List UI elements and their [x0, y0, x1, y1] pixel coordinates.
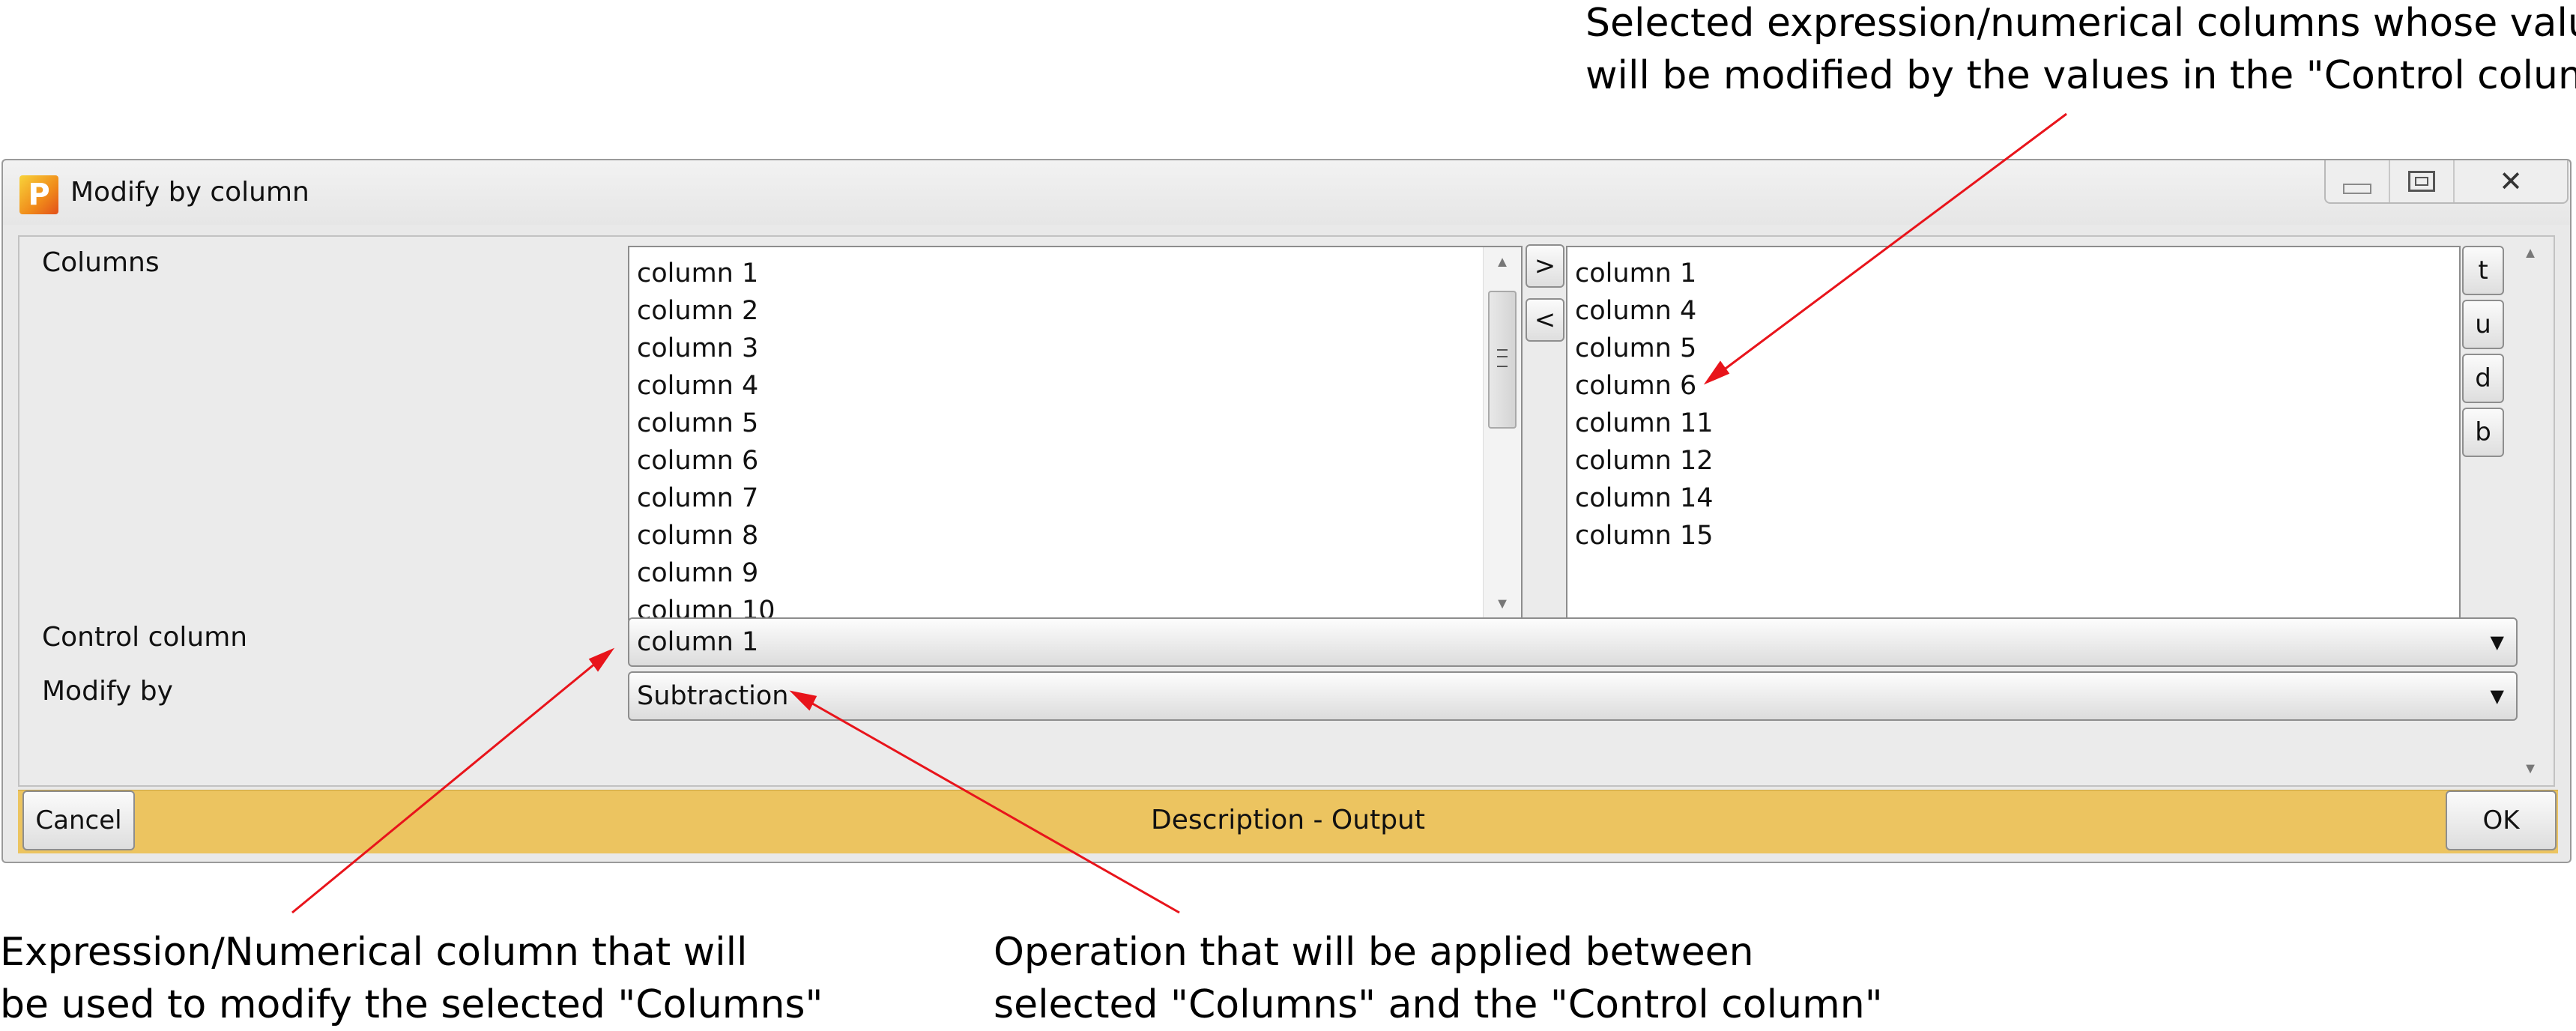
scroll-down-icon[interactable]: ▼ [1484, 589, 1521, 619]
annotation-line: Expression/Numerical column that will [0, 930, 748, 975]
dropdown-arrow-icon: ▼ [2490, 632, 2504, 653]
description-output-label: Description - Output [1151, 805, 1425, 835]
remove-column-button[interactable]: < [1526, 298, 1564, 342]
scroll-up-icon[interactable]: ▲ [2512, 238, 2549, 268]
form-panel: Columns Control column Modify by column … [18, 235, 2555, 787]
ok-button[interactable]: OK [2446, 790, 2557, 850]
move-top-button[interactable]: t [2462, 246, 2504, 295]
list-item[interactable]: column 5 [1567, 330, 1714, 367]
list-item[interactable]: column 6 [629, 442, 775, 480]
annotation-line: Operation that will be applied between [994, 930, 1754, 975]
move-down-button[interactable]: d [2462, 354, 2504, 403]
list-item[interactable]: column 7 [629, 480, 775, 517]
move-bottom-button[interactable]: b [2462, 408, 2504, 457]
control-column-value: column 1 [637, 627, 759, 657]
annotation-control-column: Expression/Numerical column that will be… [0, 926, 823, 1031]
cancel-button[interactable]: Cancel [22, 790, 135, 850]
list-item[interactable]: column 14 [1567, 480, 1714, 517]
modify-by-value: Subtraction [637, 681, 789, 711]
maximize-button[interactable] [2389, 160, 2453, 202]
minimize-button[interactable] [2326, 160, 2389, 202]
available-columns-scrollbar[interactable]: ▲ ▼ [1483, 247, 1521, 619]
control-column-label: Control column [42, 622, 248, 653]
columns-label: Columns [42, 247, 160, 278]
form-scrollbar[interactable]: ▲ ▼ [2512, 237, 2554, 785]
list-item[interactable]: column 1 [1567, 255, 1714, 292]
available-columns-items: column 1 column 2 column 3 column 4 column 5… [629, 255, 775, 619]
list-item[interactable]: column 9 [629, 554, 775, 592]
list-item[interactable]: column 5 [629, 405, 775, 442]
list-item[interactable]: column 15 [1567, 517, 1714, 554]
annotation-selected-columns: Selected expression/numerical columns wh… [1585, 0, 2576, 102]
title-bar[interactable]: P Modify by column ✕ [3, 160, 2570, 225]
move-up-button[interactable]: u [2462, 300, 2504, 349]
annotation-line: selected "Columns" and the "Control colu… [994, 982, 1883, 1027]
annotation-line: Selected expression/numerical columns wh… [1585, 1, 2576, 46]
list-item[interactable]: column 3 [629, 330, 775, 367]
window-controls: ✕ [2324, 160, 2569, 204]
add-column-button[interactable]: > [1526, 244, 1564, 288]
list-item[interactable]: column 4 [1567, 292, 1714, 330]
control-column-select[interactable]: column 1 ▼ [628, 617, 2518, 667]
close-button[interactable]: ✕ [2453, 160, 2567, 202]
minimize-icon [2343, 184, 2371, 194]
modify-by-select[interactable]: Subtraction ▼ [628, 671, 2518, 721]
selected-columns-list[interactable]: column 1 column 4 column 5 column 6 column 1… [1566, 246, 2461, 620]
close-icon: ✕ [2499, 166, 2523, 198]
scroll-down-icon[interactable]: ▼ [2512, 754, 2549, 784]
selected-columns-items: column 1 column 4 column 5 column 6 column 1… [1567, 255, 1714, 554]
scroll-up-icon[interactable]: ▲ [1484, 247, 1521, 277]
annotation-line: will be modified by the values in the "C… [1585, 53, 2576, 98]
list-item[interactable]: column 10 [629, 592, 775, 619]
modify-by-column-dialog: P Modify by column ✕ Columns Control col… [1, 159, 2572, 863]
scroll-thumb[interactable] [1488, 291, 1517, 429]
bottom-bar: Description - Output Cancel OK [18, 790, 2558, 853]
app-icon: P [19, 175, 58, 214]
modify-by-label: Modify by [42, 676, 173, 707]
list-item[interactable]: column 4 [629, 367, 775, 405]
annotation-operation: Operation that will be applied between s… [994, 926, 1883, 1031]
list-item[interactable]: column 11 [1567, 405, 1714, 442]
available-columns-list[interactable]: column 1 column 2 column 3 column 4 column 5… [628, 246, 1523, 620]
annotation-line: be used to modify the selected "Columns" [0, 982, 823, 1027]
window-title: Modify by column [70, 177, 309, 208]
dropdown-arrow-icon: ▼ [2490, 686, 2504, 707]
list-item[interactable]: column 8 [629, 517, 775, 554]
list-item[interactable]: column 1 [629, 255, 775, 292]
list-item[interactable]: column 12 [1567, 442, 1714, 480]
list-item[interactable]: column 2 [629, 292, 775, 330]
maximize-icon [2408, 171, 2435, 192]
list-item[interactable]: column 6 [1567, 367, 1714, 405]
grip-icon [1497, 349, 1508, 367]
